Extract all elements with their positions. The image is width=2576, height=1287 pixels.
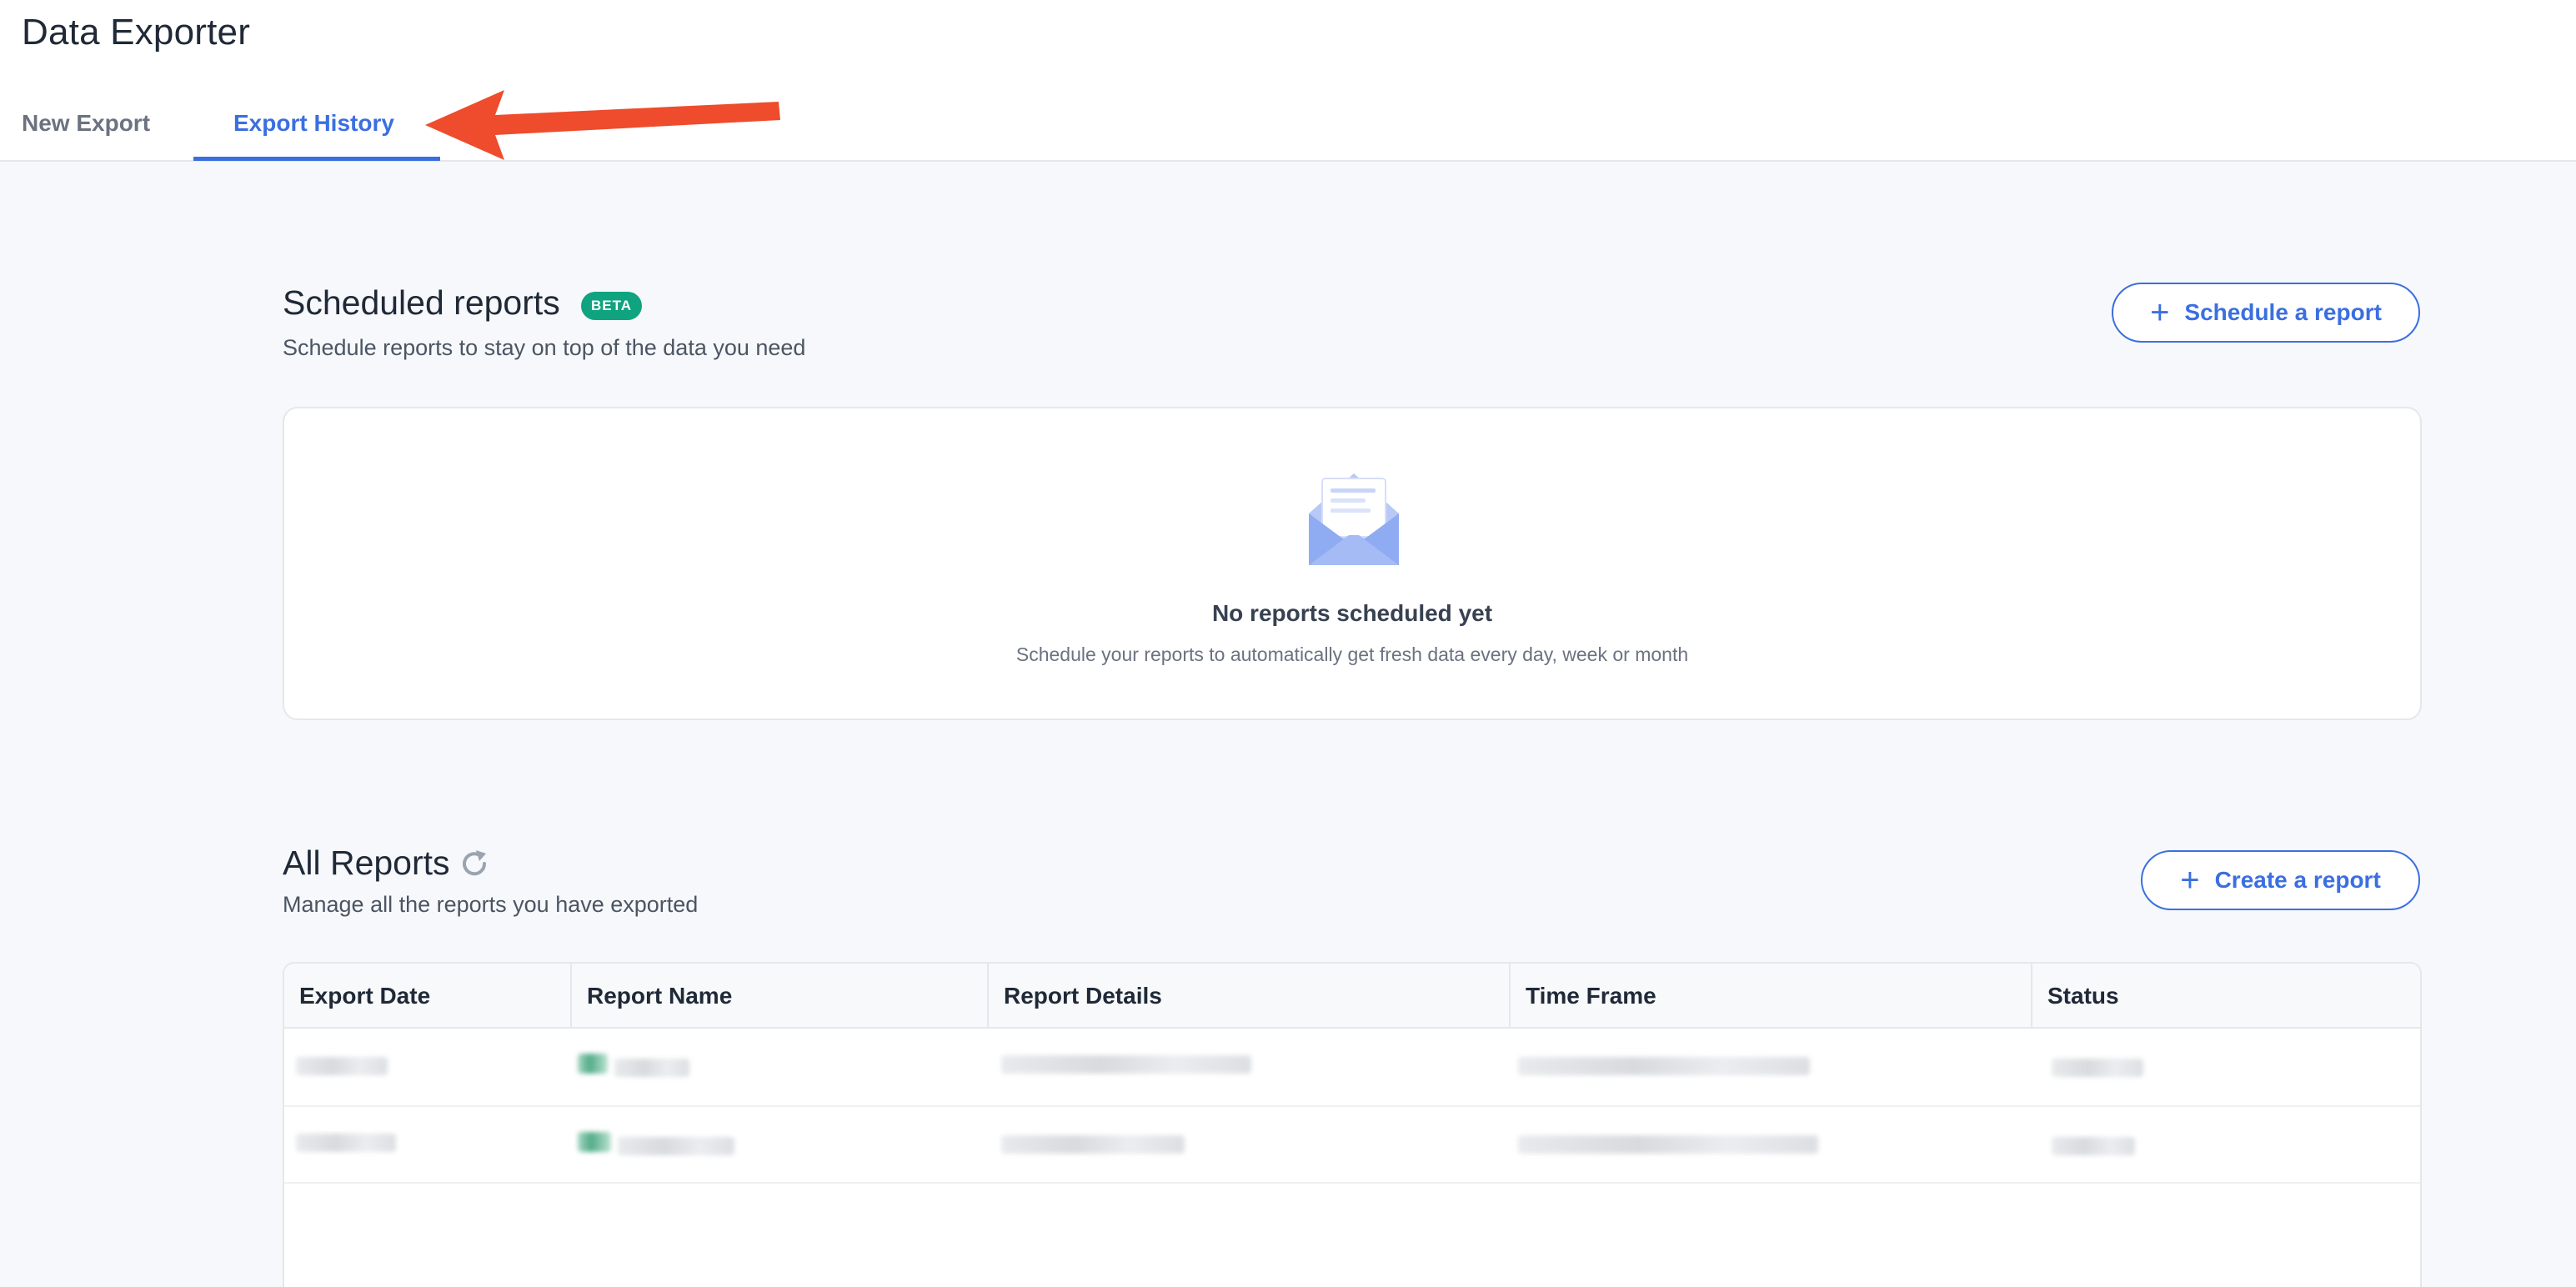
table-empty-area [284,1184,2420,1287]
table-header: Export Date Report Name Report Details T… [284,964,2420,1029]
schedule-report-button[interactable]: + Schedule a report [2112,283,2420,343]
table-row[interactable] [284,1030,2420,1107]
redacted-cell [2052,1137,2135,1155]
top-header: Data Exporter New Export Export History [0,0,2576,162]
redacted-cell [578,1132,611,1152]
schedule-report-button-label: Schedule a report [2184,299,2382,325]
column-time-frame[interactable]: Time Frame [1511,964,2032,1029]
table-row[interactable] [284,1107,2420,1184]
redacted-cell [1001,1135,1185,1154]
scheduled-empty-state: No reports scheduled yet Schedule your r… [283,407,2422,720]
refresh-icon[interactable] [458,847,491,880]
open-envelope-icon [1309,473,1399,565]
redacted-cell [1518,1057,1810,1075]
redacted-cell [2052,1059,2143,1077]
all-reports-title: All Reports [283,844,450,882]
redacted-cell [1518,1135,1818,1154]
plus-icon: + [2150,294,2170,331]
empty-state-title: No reports scheduled yet [1211,600,1493,626]
beta-badge: BETA [581,292,643,320]
redacted-cell [296,1057,388,1075]
app-title: Data Exporter [22,12,251,53]
active-tab-indicator [193,157,440,161]
scheduled-reports-title: Scheduled reports [283,283,560,322]
all-reports-subtitle: Manage all the reports you have exported [283,892,699,917]
redacted-cell [578,1054,608,1074]
create-report-button-label: Create a report [2214,867,2381,893]
redacted-cell [614,1059,689,1077]
empty-state-subtitle: Schedule your reports to automatically g… [1015,644,1689,665]
red-arrow-icon [425,90,780,160]
create-report-button[interactable]: + Create a report [2141,850,2420,910]
redacted-cell [1001,1055,1251,1074]
tab-export-history[interactable]: Export History [233,110,394,137]
column-report-details[interactable]: Report Details [989,964,1511,1029]
tab-new-export[interactable]: New Export [22,110,150,137]
column-report-name[interactable]: Report Name [572,964,989,1029]
column-export-date[interactable]: Export Date [284,964,572,1029]
redacted-cell [618,1137,734,1155]
scheduled-reports-subtitle: Schedule reports to stay on top of the d… [283,335,806,360]
plus-icon: + [2180,862,2200,899]
reports-table: Export Date Report Name Report Details T… [283,962,2422,1287]
redacted-cell [296,1134,396,1152]
column-status[interactable]: Status [2032,964,2420,1029]
